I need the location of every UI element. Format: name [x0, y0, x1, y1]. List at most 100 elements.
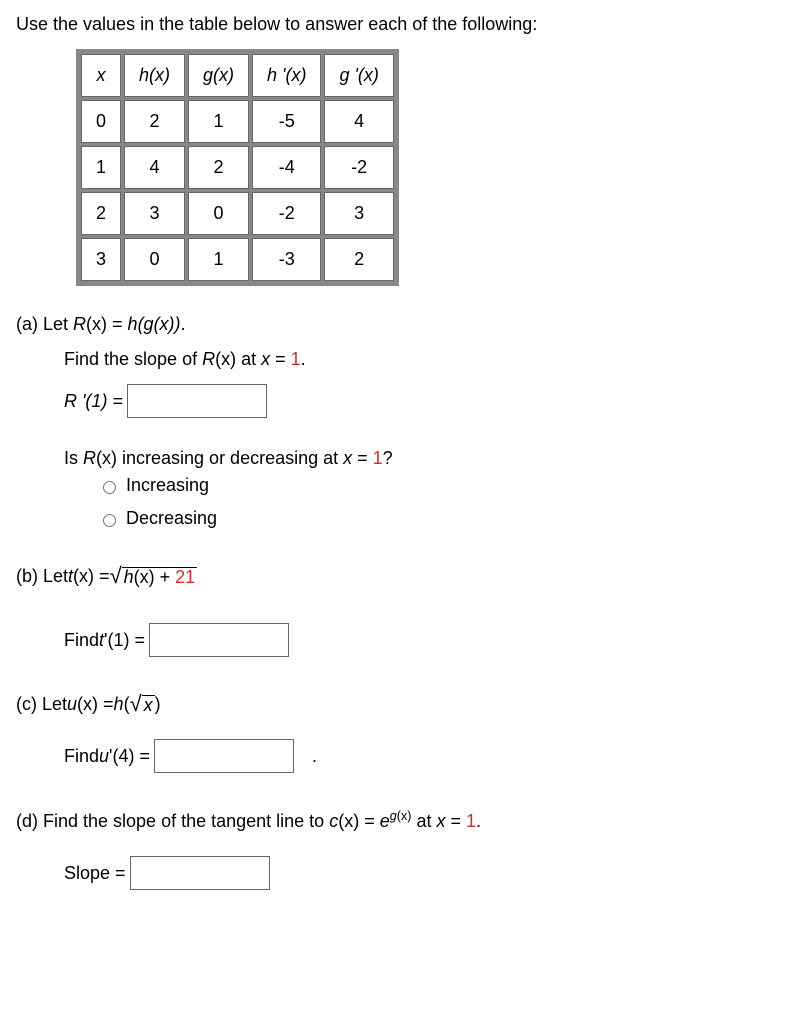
text: (x) = [86, 314, 128, 334]
table-row: 0 2 1 -5 4 [81, 100, 394, 143]
increasing-label: Increasing [126, 475, 209, 496]
qmark: ? [383, 448, 393, 468]
part-d-label: (d) Find the slope of the tangent line t… [16, 811, 329, 831]
cell: 3 [81, 238, 121, 281]
cell: 4 [124, 146, 185, 189]
h-var: h [128, 314, 138, 334]
u-prime-row: Find u '(4) = . [64, 739, 783, 773]
close-paren: ) [155, 694, 161, 715]
cell: -2 [324, 146, 393, 189]
eq: = [445, 811, 466, 831]
table-row: 1 4 2 -4 -2 [81, 146, 394, 189]
radio-decreasing[interactable] [103, 514, 116, 527]
cell: 0 [124, 238, 185, 281]
cell: 2 [81, 192, 121, 235]
e-var: e [380, 811, 390, 831]
th-gpx: g '(x) [324, 54, 393, 97]
radicand-x: x [142, 695, 155, 714]
radical-icon: √ [110, 565, 122, 587]
option-decreasing-row[interactable]: Decreasing [98, 508, 783, 529]
th-gx: g(x) [188, 54, 249, 97]
cell: 1 [188, 100, 249, 143]
table-row: 2 3 0 -2 3 [81, 192, 394, 235]
cell: 3 [324, 192, 393, 235]
cell: 0 [81, 100, 121, 143]
text: (x) = [77, 694, 114, 715]
R-var: R [202, 349, 215, 369]
text: (x) = [338, 811, 380, 831]
cell: 4 [324, 100, 393, 143]
find-label: Find [64, 630, 99, 651]
r-prime-label: R '(1) = [64, 391, 123, 412]
c-var: c [329, 811, 338, 831]
slope-label: Slope = [64, 863, 126, 884]
text: = [352, 448, 373, 468]
part-b: (b) Let t(x) = √ h(x) + 21 Find t '(1) = [16, 565, 783, 657]
cell: 2 [124, 100, 185, 143]
exponent: g(x) [390, 809, 412, 823]
t-prime-input[interactable] [149, 623, 289, 657]
part-a-definition: (a) Let R(x) = h(g(x)). [16, 314, 783, 335]
h-var: h [124, 567, 134, 587]
part-a-slope-prompt: Find the slope of R(x) at x = 1. [64, 349, 783, 370]
option-increasing-row[interactable]: Increasing [98, 475, 783, 496]
th-hpx: h '(x) [252, 54, 321, 97]
u-var: u [67, 694, 77, 715]
text: '(1) = [104, 630, 145, 651]
value-1: 1 [373, 448, 383, 468]
table-header-row: x h(x) g(x) h '(x) g '(x) [81, 54, 394, 97]
g-var: g [390, 809, 397, 823]
sqrt-expr: √ h(x) + 21 [110, 565, 198, 587]
period: . [476, 811, 481, 831]
x-var: x [343, 448, 352, 468]
values-table: x h(x) g(x) h '(x) g '(x) 0 2 1 -5 4 1 4… [76, 49, 399, 286]
part-b-definition: (b) Let t(x) = √ h(x) + 21 [16, 565, 783, 587]
gx: (g(x)) [138, 314, 181, 334]
text: Is [64, 448, 83, 468]
r-prime-row: R '(1) = [64, 384, 783, 418]
u-prime-input[interactable] [154, 739, 294, 773]
cell: 0 [188, 192, 249, 235]
R-var: R [73, 314, 86, 334]
decreasing-label: Decreasing [126, 508, 217, 529]
radio-increasing[interactable] [103, 481, 116, 494]
cell: 3 [124, 192, 185, 235]
th-x: x [81, 54, 121, 97]
cell: 1 [188, 238, 249, 281]
radical-icon: √ [130, 693, 142, 715]
cell: 1 [81, 146, 121, 189]
part-c-label: (c) Let [16, 694, 67, 715]
cell: -2 [252, 192, 321, 235]
value-21: 21 [175, 567, 195, 587]
part-c-definition: (c) Let u(x) = h( √ x ) [16, 693, 783, 715]
cell: -5 [252, 100, 321, 143]
text: (x) at [215, 349, 261, 369]
text: = [270, 349, 291, 369]
cell: -4 [252, 146, 321, 189]
inc-dec-question: Is R(x) increasing or decreasing at x = … [64, 448, 783, 469]
slope-input[interactable] [130, 856, 270, 890]
cell: 2 [324, 238, 393, 281]
x-var: x [261, 349, 270, 369]
period: . [181, 314, 186, 334]
period: . [312, 746, 317, 767]
part-b-label: (b) Let [16, 566, 68, 587]
value-1: 1 [466, 811, 476, 831]
value-1: 1 [291, 349, 301, 369]
r-prime-input[interactable] [127, 384, 267, 418]
radicand: h(x) + 21 [122, 567, 198, 586]
find-label: Find [64, 746, 99, 767]
period: . [301, 349, 306, 369]
at-text: at [411, 811, 436, 831]
u-var: u [99, 746, 109, 767]
intro-text: Use the values in the table below to ans… [16, 14, 783, 35]
text: '(4) = [109, 746, 150, 767]
text: Find the slope of [64, 349, 202, 369]
sqrt-x: √ x [130, 693, 155, 715]
th-hx: h(x) [124, 54, 185, 97]
text: (x) = [73, 566, 110, 587]
cell: 2 [188, 146, 249, 189]
h-var: h [114, 694, 124, 715]
table-row: 3 0 1 -3 2 [81, 238, 394, 281]
slope-row: Slope = [64, 856, 783, 890]
